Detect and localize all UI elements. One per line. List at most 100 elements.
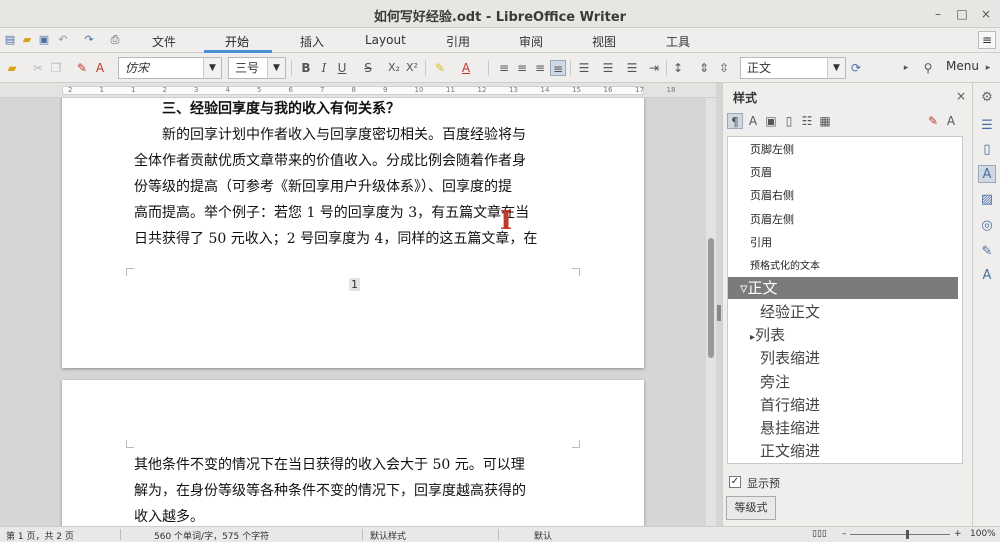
tab-review[interactable]: 审阅 xyxy=(519,33,543,50)
font-color-icon[interactable]: A xyxy=(458,60,474,76)
style-item[interactable]: 页眉右侧 xyxy=(728,187,958,203)
hierarchical-button[interactable]: 等级式 xyxy=(726,496,776,520)
properties-icon[interactable]: ☰ xyxy=(978,117,996,135)
minimize-button[interactable]: – xyxy=(930,6,946,22)
close-button[interactable]: × xyxy=(978,6,994,22)
subscript-button[interactable]: X₂ xyxy=(386,60,402,76)
clear-formatting-icon[interactable]: A xyxy=(92,60,108,76)
vertical-scrollbar[interactable] xyxy=(706,98,716,526)
font-name-combo[interactable]: 仿宋 ▼ xyxy=(118,57,222,79)
navigator-icon[interactable]: ◎ xyxy=(978,217,996,235)
scrollbar-thumb[interactable] xyxy=(708,238,714,358)
decrease-spacing-icon[interactable]: ⇳ xyxy=(716,60,732,76)
page-styles-icon[interactable]: ▯ xyxy=(781,113,797,129)
style-item[interactable]: 经验正文 xyxy=(728,301,958,322)
chevron-down-icon[interactable]: ▼ xyxy=(203,58,221,78)
font-size-combo[interactable]: 三号 ▼ xyxy=(228,57,286,79)
align-right-icon[interactable]: ≡ xyxy=(532,60,548,76)
style-item-selected[interactable]: ▿正文 xyxy=(728,277,958,299)
italic-button[interactable]: I xyxy=(316,60,332,76)
justify-icon[interactable]: ≡ xyxy=(550,60,566,76)
align-center-icon[interactable]: ≡ xyxy=(514,60,530,76)
underline-button[interactable]: U xyxy=(334,60,350,76)
zoom-slider-handle[interactable] xyxy=(906,530,909,539)
horizontal-ruler[interactable]: 2 1 1 2 3 4 5 6 7 8 9 10 11 12 13 14 15 16 17 18 xyxy=(0,83,716,98)
zoom-in-icon[interactable]: + xyxy=(954,529,962,539)
manage-changes-icon[interactable]: ✎ xyxy=(978,243,996,261)
style-item[interactable]: 正文缩进 xyxy=(728,440,958,461)
superscript-button[interactable]: X² xyxy=(404,60,420,76)
hamburger-menu-icon[interactable]: ≡ xyxy=(978,31,996,49)
tab-view[interactable]: 视图 xyxy=(592,33,616,50)
bullet-list-icon[interactable]: ☰ xyxy=(576,60,592,76)
style-item[interactable]: 引用 xyxy=(728,234,958,250)
tab-layout[interactable]: Layout xyxy=(365,33,406,47)
expand-arrow-icon[interactable]: ▸ xyxy=(898,60,914,76)
style-inspector-icon[interactable]: A xyxy=(978,267,996,285)
character-styles-icon[interactable]: A xyxy=(745,113,761,129)
chevron-down-icon[interactable]: ▼ xyxy=(267,58,285,78)
outline-list-icon[interactable]: ☰ xyxy=(624,60,640,76)
align-left-icon[interactable]: ≡ xyxy=(496,60,512,76)
style-item[interactable]: 首行缩进 xyxy=(728,394,958,415)
frame-styles-icon[interactable]: ▣ xyxy=(763,113,779,129)
table-styles-icon[interactable]: ▦ xyxy=(817,113,833,129)
numbered-list-icon[interactable]: ☰ xyxy=(600,60,616,76)
document-page-1[interactable]: 三、经验回享度与我的收入有何关系？ 新的回享计划中作者收入与回享度密切相关。百度… xyxy=(62,98,644,368)
highlight-color-icon[interactable]: ✎ xyxy=(432,60,448,76)
page-deck-icon[interactable]: ▯ xyxy=(978,141,996,159)
clone-formatting-icon[interactable]: ✎ xyxy=(74,60,90,76)
tab-insert[interactable]: 插入 xyxy=(300,33,324,50)
indent-icon[interactable]: ⇥ xyxy=(646,60,662,76)
tab-file[interactable]: 文件 xyxy=(152,33,176,50)
zoom-slider[interactable] xyxy=(850,534,950,535)
close-icon[interactable]: × xyxy=(956,89,966,103)
cut-icon[interactable]: ✂ xyxy=(30,60,46,76)
style-item[interactable]: 页眉左侧 xyxy=(728,211,958,227)
bold-button[interactable]: B xyxy=(298,60,314,76)
save-icon[interactable]: ▣ xyxy=(37,33,51,47)
new-document-icon[interactable]: ▤ xyxy=(3,33,17,47)
find-replace-icon[interactable]: ⚲ xyxy=(920,60,936,76)
style-item[interactable]: 页眉 xyxy=(728,164,958,180)
style-item[interactable]: 列表缩进 xyxy=(728,347,958,368)
zoom-level[interactable]: 100% xyxy=(970,529,996,539)
fill-format-icon[interactable]: ✎ xyxy=(925,113,941,129)
redo-icon[interactable]: ↷ xyxy=(82,33,96,47)
zoom-out-icon[interactable]: – xyxy=(842,529,847,539)
style-item[interactable]: 预格式化的文本 xyxy=(728,257,958,272)
style-list[interactable]: 页脚左侧 页眉 页眉右侧 页眉左侧 引用 预格式化的文本 ▿正文 经验正文 ▸列… xyxy=(727,136,963,464)
line-spacing-icon[interactable]: ↕ xyxy=(670,60,686,76)
update-style-icon[interactable]: ⟳ xyxy=(848,60,864,76)
maximize-button[interactable]: □ xyxy=(954,6,970,22)
collapse-arrow-icon[interactable]: ▿ xyxy=(740,279,748,297)
tab-home[interactable]: 开始 xyxy=(225,33,249,50)
style-item[interactable]: 旁注 xyxy=(728,371,958,392)
list-styles-icon[interactable]: ☷ xyxy=(799,113,815,129)
chevron-down-icon[interactable]: ▼ xyxy=(827,58,845,78)
style-item[interactable]: ▸列表 xyxy=(728,324,958,345)
menu-button[interactable]: Menu xyxy=(946,59,979,73)
tab-references[interactable]: 引用 xyxy=(446,33,470,50)
styles-deck-icon[interactable]: A xyxy=(978,165,996,183)
show-preview-checkbox[interactable]: ✓ xyxy=(729,476,741,488)
document-page-2[interactable]: 其他条件不变的情况下在当日获得的收入会大于 50 元。可以理 解为，在身份等级等… xyxy=(62,380,644,526)
document-area[interactable]: 三、经验回享度与我的收入有何关系？ 新的回享计划中作者收入与回享度密切相关。百度… xyxy=(0,98,706,526)
style-item[interactable]: 页脚左侧 xyxy=(728,141,958,157)
language-status[interactable]: 默认 xyxy=(534,529,552,542)
strikethrough-button[interactable]: S xyxy=(360,60,376,76)
paste-icon[interactable]: ▰ xyxy=(4,60,20,76)
undo-icon[interactable]: ↶ xyxy=(56,33,70,47)
view-layout-icon[interactable]: ▯▯▯ xyxy=(812,529,827,539)
copy-icon[interactable]: ❐ xyxy=(48,60,64,76)
splitter-grip[interactable] xyxy=(717,305,721,321)
expand-arrow-icon[interactable]: ▸ xyxy=(980,60,996,76)
sidebar-settings-icon[interactable]: ⚙ xyxy=(978,89,996,107)
page-2-text[interactable]: 其他条件不变的情况下在当日获得的收入会大于 50 元。可以理 解为，在身份等级等… xyxy=(134,452,574,526)
style-actions-icon[interactable]: A xyxy=(943,113,959,129)
word-count-status[interactable]: 560 个单词/字，575 个字符 xyxy=(154,529,269,542)
gallery-icon[interactable]: ▨ xyxy=(978,191,996,209)
style-item[interactable]: 悬挂缩进 xyxy=(728,417,958,438)
paragraph-style-combo[interactable]: 正文 ▼ xyxy=(740,57,846,79)
tab-tools[interactable]: 工具 xyxy=(666,33,690,50)
